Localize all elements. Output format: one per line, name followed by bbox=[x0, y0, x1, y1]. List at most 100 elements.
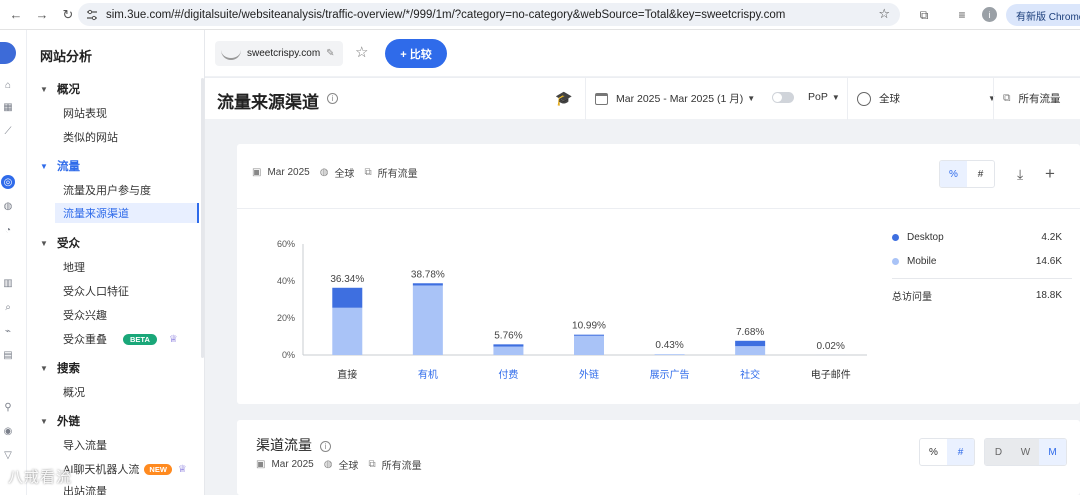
percent-button[interactable]: % bbox=[920, 439, 947, 465]
globe-icon[interactable]: ◎ bbox=[1, 175, 15, 189]
traffic-type-selector[interactable]: ⧉ 所有流量 bbox=[1003, 91, 1061, 106]
info-icon[interactable]: i bbox=[319, 440, 331, 452]
sidebar-item-referral-traffic[interactable]: 导入流量 bbox=[63, 437, 107, 453]
chevron-down-icon: ▼ bbox=[831, 92, 840, 102]
unit-toggle: % # bbox=[919, 438, 975, 466]
bar-mobile bbox=[574, 335, 604, 355]
app-icon-rail: ⌂ ▦ ⟋ ◎ ◍ ◔ ▥ ⌕ ⌁ ▤ ⚲ ◉ ▽ bbox=[0, 30, 27, 495]
back-icon[interactable]: ← bbox=[6, 5, 26, 25]
number-button[interactable]: # bbox=[967, 161, 994, 187]
sidebar-item-demographics[interactable]: 受众人口特征 bbox=[63, 283, 129, 299]
keyword-icon[interactable]: ⚲ bbox=[1, 400, 15, 414]
new-badge: NEW bbox=[144, 463, 172, 475]
app-logo[interactable] bbox=[0, 42, 16, 64]
filter-icon[interactable]: ▽ bbox=[1, 448, 15, 462]
sidebar-item-interests[interactable]: 受众兴趣 bbox=[63, 307, 107, 323]
bar-chart-icon[interactable]: ▥ bbox=[1, 276, 15, 290]
sidebar-group-search[interactable]: ▼ 搜索 bbox=[40, 360, 80, 376]
sidebar-scrollbar[interactable] bbox=[201, 78, 204, 358]
sidebar: 网站分析 ▼ 概况 网站表现 类似的网站 ▼ 流量 流量及用户参与度 流量来源渠道 … bbox=[27, 30, 205, 495]
legend-item-desktop[interactable]: Desktop 4.2K bbox=[892, 230, 1062, 244]
learn-hat-icon[interactable]: 🎓 bbox=[555, 90, 572, 107]
calendar-icon: ▣ bbox=[252, 167, 262, 178]
divider bbox=[847, 78, 848, 120]
page-title: 流量来源渠道 bbox=[217, 93, 319, 112]
address-bar[interactable]: sim.3ue.com/#/digitalsuite/websiteanalys… bbox=[78, 3, 900, 26]
favorite-star-icon[interactable]: ☆ bbox=[355, 43, 368, 61]
download-icon[interactable]: ⤓ bbox=[1017, 166, 1023, 183]
data-label: 0.02% bbox=[817, 341, 845, 352]
page-header: 流量来源渠道 i 🎓 Mar 2025 - Mar 2025 (1 月) ▼ Po… bbox=[205, 77, 1080, 120]
device-icon: ⧉ bbox=[1003, 92, 1011, 104]
legend-item-mobile[interactable]: Mobile 14.6K bbox=[892, 254, 1062, 268]
sidebar-group-audience[interactable]: ▼ 受众 bbox=[40, 235, 80, 251]
reload-icon[interactable]: ↻ bbox=[58, 5, 78, 25]
region-selector[interactable]: 全球 ▼ bbox=[857, 91, 996, 106]
percent-button[interactable]: % bbox=[940, 161, 967, 187]
card-filters: ▣ Mar 2025 ◍ 全球 ⧉ 所有流量 bbox=[252, 165, 418, 180]
toggle-switch[interactable] bbox=[772, 91, 794, 103]
sidebar-item-traffic-sources[interactable]: 流量来源渠道 bbox=[55, 203, 199, 223]
sidebar-group-overview[interactable]: ▼ 概况 bbox=[40, 81, 80, 97]
chevron-down-icon: ▼ bbox=[40, 238, 48, 248]
main-content: sweetcrispy.com ✎ ☆ + 比较 流量来源渠道 i 🎓 Mar … bbox=[205, 30, 1080, 495]
sidebar-item-similar-sites[interactable]: 类似的网站 bbox=[63, 129, 118, 145]
dashboard-icon[interactable]: ▦ bbox=[1, 100, 15, 114]
profile-avatar[interactable]: i bbox=[982, 7, 997, 22]
browser-toolbar: ← → ↻ sim.3ue.com/#/digitalsuite/website… bbox=[0, 0, 1080, 30]
sidebar-group-backlinks[interactable]: ▼ 外链 bbox=[40, 413, 80, 429]
url-text[interactable]: sim.3ue.com/#/digitalsuite/websiteanalys… bbox=[106, 9, 866, 21]
trend-icon[interactable]: ⟋ bbox=[1, 124, 15, 138]
site-selector[interactable]: sweetcrispy.com ✎ bbox=[215, 41, 343, 66]
forward-icon[interactable]: → bbox=[32, 5, 52, 25]
site-info-icon[interactable] bbox=[84, 7, 100, 23]
sidebar-group-traffic[interactable]: ▼ 流量 bbox=[40, 158, 80, 174]
chevron-down-icon: ▼ bbox=[40, 416, 48, 426]
week-button[interactable]: W bbox=[1012, 439, 1039, 465]
bookmark-star-icon[interactable]: ☆ bbox=[878, 6, 890, 22]
sidebar-item-ai-chatbot-traffic[interactable]: AI聊天机器人流 NEW ♕ bbox=[63, 461, 187, 477]
pop-toggle[interactable]: PoP ▼ bbox=[772, 91, 840, 103]
home-icon[interactable]: ⌂ bbox=[1, 78, 15, 92]
extensions-icon[interactable]: ⧉ bbox=[915, 6, 933, 24]
chevron-down-icon: ▼ bbox=[40, 84, 48, 94]
media-list-icon[interactable]: ≡ bbox=[953, 6, 971, 24]
device-icon: ⧉ bbox=[368, 459, 376, 470]
crown-icon: ♕ bbox=[168, 333, 178, 345]
day-button[interactable]: D bbox=[985, 439, 1012, 465]
link-icon[interactable]: ⌁ bbox=[1, 324, 15, 338]
compare-button[interactable]: + 比较 bbox=[385, 39, 447, 68]
unit-toggle: % # bbox=[939, 160, 995, 188]
divider bbox=[993, 78, 994, 120]
bar-mobile bbox=[412, 285, 443, 355]
sidebar-item-search-overview[interactable]: 概况 bbox=[63, 384, 85, 400]
sidebar-item-traffic-engagement[interactable]: 流量及用户参与度 bbox=[63, 182, 151, 198]
site-logo-icon bbox=[221, 48, 241, 60]
bar-desktop bbox=[332, 287, 363, 308]
traffic-sources-chart: 60% 40% 20% 0% 36.34% 直接 38.78% 有机 5.76% 付费 10.99%… bbox=[277, 239, 867, 381]
sidebar-item-website-performance[interactable]: 网站表现 bbox=[63, 105, 107, 121]
info-icon[interactable]: i bbox=[327, 93, 338, 104]
bar-mobile bbox=[654, 354, 685, 355]
sidebar-title: 网站分析 bbox=[40, 49, 93, 64]
month-button[interactable]: M bbox=[1039, 439, 1066, 465]
chevron-down-icon: ▼ bbox=[40, 161, 48, 171]
sidebar-item-geography[interactable]: 地理 bbox=[63, 259, 85, 275]
world-icon[interactable]: ◍ bbox=[1, 199, 15, 213]
bar-desktop bbox=[412, 283, 443, 286]
sidebar-item-audience-overlap[interactable]: 受众重叠 BETA ♕ bbox=[63, 331, 178, 347]
edit-icon[interactable]: ✎ bbox=[326, 48, 334, 59]
add-icon[interactable]: + bbox=[1045, 164, 1055, 184]
x-category-label: 直接 bbox=[337, 368, 357, 381]
target-icon[interactable]: ◉ bbox=[1, 424, 15, 438]
watermark: 八戒看流 bbox=[8, 469, 73, 486]
bar-mobile bbox=[493, 346, 524, 355]
site-name: sweetcrispy.com bbox=[247, 48, 321, 59]
chrome-update-button[interactable]: 有新版 Chrome bbox=[1006, 4, 1080, 26]
pie-icon[interactable]: ◔ bbox=[1, 223, 15, 237]
search-data-icon[interactable]: ⌕ bbox=[1, 300, 15, 314]
date-range-picker[interactable]: Mar 2025 - Mar 2025 (1 月) ▼ bbox=[595, 91, 755, 106]
report-icon[interactable]: ▤ bbox=[1, 348, 15, 362]
number-button[interactable]: # bbox=[947, 439, 974, 465]
card-region: 全球 bbox=[334, 169, 355, 180]
